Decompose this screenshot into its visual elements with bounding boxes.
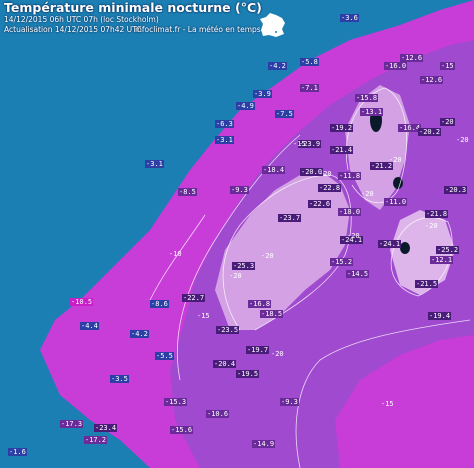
station-temperature-label: -3.5 (110, 375, 129, 383)
station-temperature-label: -16.0 (384, 62, 408, 70)
station-temperature-label: -12.6 (400, 54, 424, 62)
station-temperature-label: -4.4 (80, 322, 99, 330)
station-temperature-label: -11.0 (384, 198, 408, 206)
station-temperature-label: -22.7 (182, 294, 206, 302)
isotherm-label: -10 (169, 250, 182, 258)
station-temperature-label: -3.1 (215, 136, 234, 144)
station-temperature-label: -5.5 (155, 352, 174, 360)
station-temperature-label: -3.1 (145, 160, 164, 168)
station-temperature-label: -12.1 (430, 256, 454, 264)
isotherm-label: -20 (389, 156, 402, 164)
station-temperature-label: -25.3 (232, 262, 256, 270)
isotherm-label: -15 (293, 140, 306, 148)
station-temperature-label: -10.6 (206, 410, 230, 418)
map-source: infoclimat.fr - La météo en temps réel (135, 25, 278, 34)
station-temperature-label: -22.8 (318, 184, 342, 192)
station-temperature-label: -3.9 (253, 90, 272, 98)
isotherm-label: -20 (361, 190, 374, 198)
station-temperature-label: -18.4 (262, 166, 286, 174)
station-temperature-label: -8.6 (150, 300, 169, 308)
station-temperature-label: -19.7 (246, 346, 270, 354)
station-temperature-label: -17.3 (60, 420, 84, 428)
station-temperature-label: -13.1 (360, 108, 384, 116)
isotherm-label: -20 (347, 232, 360, 240)
station-temperature-label: -7.5 (275, 110, 294, 118)
isotherm-label: -15 (381, 400, 394, 408)
station-temperature-label: -4.2 (130, 330, 149, 338)
station-temperature-label: -17.2 (84, 436, 108, 444)
map-update-time: Actualisation 14/12/2015 07h42 UTC (4, 25, 142, 34)
station-temperature-label: -12.6 (420, 76, 444, 84)
station-temperature-label: -1.6 (8, 448, 27, 456)
temperature-map: Température minimale nocturne (°C) 14/12… (0, 0, 474, 468)
station-temperature-label: -22.6 (308, 200, 332, 208)
station-temperature-label: -21.5 (415, 280, 439, 288)
map-header: Température minimale nocturne (°C) 14/12… (0, 0, 300, 38)
station-temperature-label: -5.8 (300, 58, 319, 66)
station-temperature-label: -8.5 (178, 188, 197, 196)
station-temperature-label: -15 (440, 62, 455, 70)
station-temperature-label: -14.9 (252, 440, 276, 448)
station-temperature-label: -11.8 (338, 172, 362, 180)
isotherm-label: -20 (261, 252, 274, 260)
isotherm-label: -20 (271, 350, 284, 358)
station-temperature-label: -23.5 (216, 326, 240, 334)
lake-south (400, 242, 410, 254)
station-temperature-label: -14.5 (346, 270, 370, 278)
station-temperature-label: -23.7 (278, 214, 302, 222)
isotherm-label: -20 (456, 136, 469, 144)
station-temperature-label: -9.3 (280, 398, 299, 406)
station-temperature-label: -3.6 (340, 14, 359, 22)
station-temperature-label: -20.4 (213, 360, 237, 368)
station-temperature-label: -23.4 (94, 424, 118, 432)
station-temperature-label: -7.1 (300, 84, 319, 92)
station-temperature-label: -19.2 (330, 124, 354, 132)
station-temperature-label: -19.4 (428, 312, 452, 320)
map-title: Température minimale nocturne (°C) (4, 0, 262, 15)
station-temperature-label: -15.2 (330, 258, 354, 266)
station-temperature-label: -15.8 (355, 94, 379, 102)
station-temperature-label: -18.0 (338, 208, 362, 216)
station-temperature-label: -24.1 (378, 240, 402, 248)
isotherm-label: -20 (425, 222, 438, 230)
station-temperature-label: -9.3 (230, 186, 249, 194)
station-temperature-label: -25.2 (436, 246, 460, 254)
station-temperature-label: -20.3 (444, 186, 468, 194)
isotherm-label: -20 (319, 170, 332, 178)
station-temperature-label: -6.3 (215, 120, 234, 128)
station-temperature-label: -10.5 (70, 298, 94, 306)
station-temperature-label: -4.2 (268, 62, 287, 70)
map-background (0, 0, 474, 468)
station-temperature-label: -19.5 (236, 370, 260, 378)
station-temperature-label: -20 (440, 118, 455, 126)
isotherm-label: -20 (229, 272, 242, 280)
station-temperature-label: -16.8 (248, 300, 272, 308)
station-temperature-label: -18.5 (260, 310, 284, 318)
station-temperature-label: -15.3 (164, 398, 188, 406)
station-temperature-label: -20.2 (418, 128, 442, 136)
france-map-icon (260, 13, 285, 37)
station-temperature-label: -15.6 (170, 426, 194, 434)
station-temperature-label: -4.9 (236, 102, 255, 110)
map-timestamp: 14/12/2015 06h UTC 07h (loc Stockholm) (4, 15, 159, 24)
station-temperature-label: -21.4 (330, 146, 354, 154)
isotherm-label: -15 (197, 312, 210, 320)
station-temperature-label: -21.8 (425, 210, 449, 218)
